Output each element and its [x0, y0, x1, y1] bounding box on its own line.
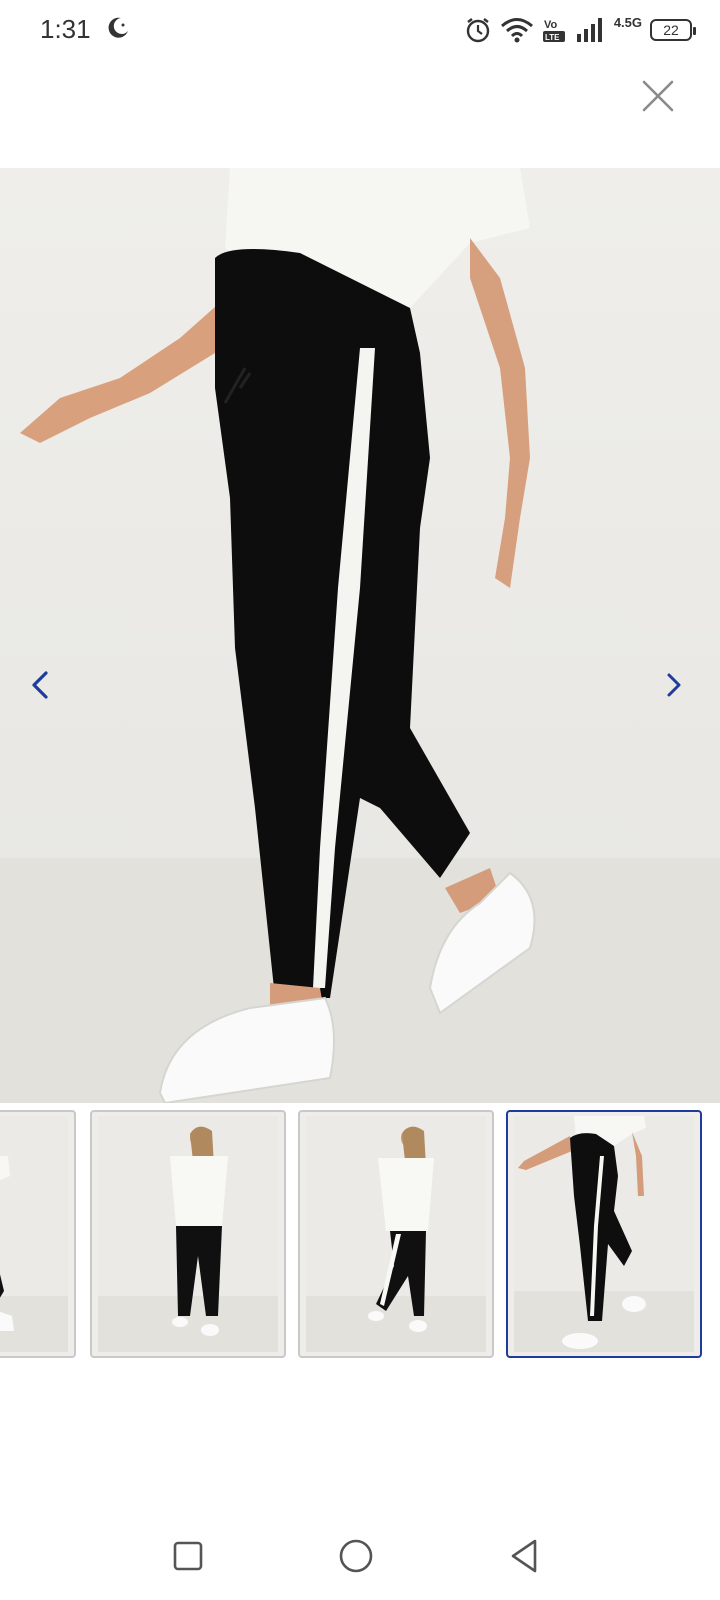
square-icon	[173, 1541, 203, 1571]
thumbnail-image	[306, 1116, 486, 1352]
thumbnail-image	[0, 1116, 68, 1352]
close-icon	[642, 80, 674, 112]
network-type: 4.5G	[613, 14, 642, 30]
thumbnail-strip[interactable]	[0, 1110, 720, 1360]
battery-level: 22	[663, 22, 679, 38]
thumbnail-3[interactable]	[298, 1110, 494, 1358]
circle-icon	[339, 1539, 373, 1573]
battery-icon: 22	[650, 19, 696, 41]
thumbnail-image	[514, 1116, 694, 1352]
alarm-icon	[466, 18, 490, 43]
product-main-image[interactable]	[0, 168, 720, 1103]
next-image-button[interactable]	[654, 665, 694, 705]
status-time: 1:31	[40, 14, 91, 44]
thumbnail-image	[98, 1116, 278, 1352]
signal-icon	[576, 18, 602, 42]
thumbnail-1[interactable]	[0, 1110, 76, 1358]
volte-icon: Vo LTE	[542, 19, 565, 42]
status-icons: Vo LTE 4.5G 22	[464, 12, 696, 48]
thumbnail-4[interactable]	[506, 1110, 702, 1358]
chevron-left-icon	[32, 671, 48, 699]
svg-text:Vo: Vo	[544, 19, 558, 31]
svg-text:LTE: LTE	[545, 33, 560, 42]
product-photo	[0, 168, 720, 1103]
home-button[interactable]	[334, 1534, 378, 1578]
moon-icon	[108, 17, 128, 38]
thumbnail-2[interactable]	[90, 1110, 286, 1358]
status-bar: 1:31 Vo LTE 4.5G 22	[0, 0, 720, 60]
system-navigation-bar	[0, 1510, 720, 1600]
chevron-right-icon	[667, 673, 681, 697]
previous-image-button[interactable]	[20, 665, 60, 705]
recents-button[interactable]	[166, 1534, 210, 1578]
wifi-icon	[500, 18, 533, 43]
back-button[interactable]	[502, 1534, 546, 1578]
triangle-back-icon	[511, 1539, 537, 1573]
close-button[interactable]	[638, 76, 678, 116]
